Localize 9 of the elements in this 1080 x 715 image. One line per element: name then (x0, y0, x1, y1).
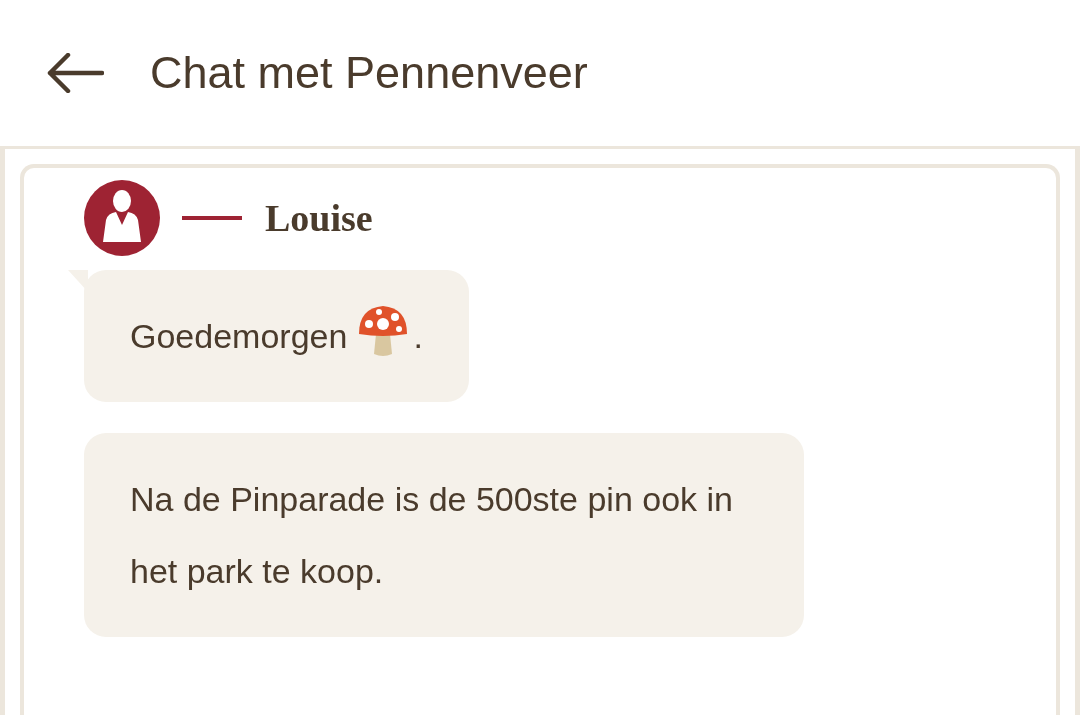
dash-icon (182, 216, 242, 220)
sender-name: Louise (265, 195, 373, 241)
back-icon[interactable] (46, 53, 104, 93)
page-title: Chat met Pennenveer (150, 46, 588, 101)
message-text: Na de Pinparade is de 500ste pin ook in het park te koop. (130, 480, 733, 590)
message-text: Goedemorgen (130, 317, 348, 355)
mushroom-icon (357, 304, 410, 358)
avatar-icon (84, 180, 160, 256)
message-text: . (413, 317, 423, 355)
